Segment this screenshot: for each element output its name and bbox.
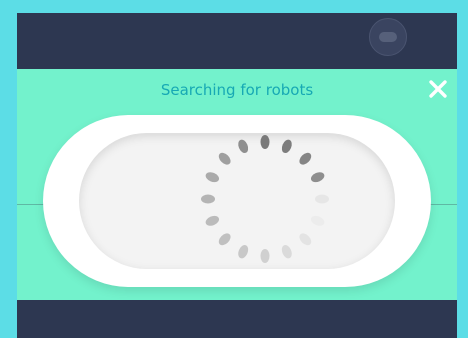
- spinner-dot: [238, 244, 249, 259]
- spinner-dot: [315, 194, 329, 204]
- search-robots-modal: Searching for robots: [17, 69, 457, 300]
- robot-search-panel: [43, 115, 431, 287]
- spinner-dot: [238, 139, 249, 154]
- robot-avatar-icon[interactable]: [369, 18, 407, 56]
- spinner-dot: [260, 135, 270, 149]
- spinner-dot: [299, 152, 312, 165]
- loading-spinner-icon: [201, 135, 329, 263]
- spinner-dot: [281, 139, 292, 154]
- close-icon: [429, 80, 447, 98]
- spinner-dot: [218, 233, 231, 246]
- modal-title: Searching for robots: [160, 81, 314, 99]
- spinner-dot: [310, 172, 325, 183]
- spinner-dot: [281, 244, 292, 259]
- spinner-dot: [205, 172, 220, 183]
- spinner-dot: [299, 233, 312, 246]
- spinner-dot: [201, 194, 215, 204]
- spinner-dot: [205, 215, 220, 226]
- spinner-dot: [218, 152, 231, 165]
- spinner-dot: [260, 249, 270, 263]
- close-button[interactable]: [425, 76, 451, 102]
- app-window: Searching for robots: [17, 13, 457, 338]
- spinner-dot: [310, 215, 325, 226]
